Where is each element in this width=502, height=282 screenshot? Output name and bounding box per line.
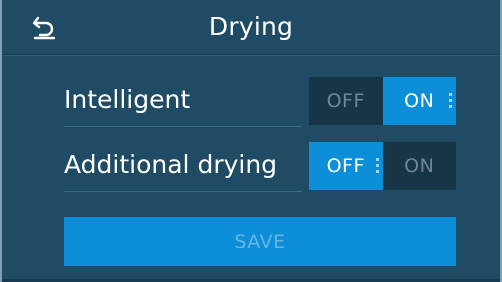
additional-drying-off-label: OFF	[326, 155, 365, 177]
setting-row-intelligent: Intelligent OFF ON	[64, 77, 456, 127]
setting-label-intelligent: Intelligent	[64, 85, 191, 114]
additional-drying-toggle[interactable]: OFF ON	[309, 142, 456, 190]
drag-handle-icon[interactable]	[375, 158, 379, 174]
intelligent-toggle[interactable]: OFF ON	[309, 77, 456, 125]
page-title: Drying	[208, 12, 294, 41]
save-button[interactable]: SAVE	[64, 217, 456, 266]
intelligent-on-option[interactable]: ON	[382, 77, 456, 125]
setting-label-additional-drying: Additional drying	[64, 150, 278, 179]
intelligent-off-option[interactable]: OFF	[309, 77, 383, 125]
drying-screen: Drying Intelligent OFF ON Additional dry…	[0, 0, 502, 282]
drag-handle-icon[interactable]	[449, 93, 452, 109]
row-divider	[64, 191, 302, 192]
additional-drying-on-option[interactable]: ON	[383, 142, 457, 190]
setting-row-additional-drying: Additional drying OFF ON	[64, 142, 456, 192]
row-divider	[64, 126, 302, 127]
additional-drying-off-option[interactable]: OFF	[309, 142, 383, 190]
header-bar: Drying	[2, 0, 500, 56]
intelligent-on-label: ON	[404, 90, 435, 112]
